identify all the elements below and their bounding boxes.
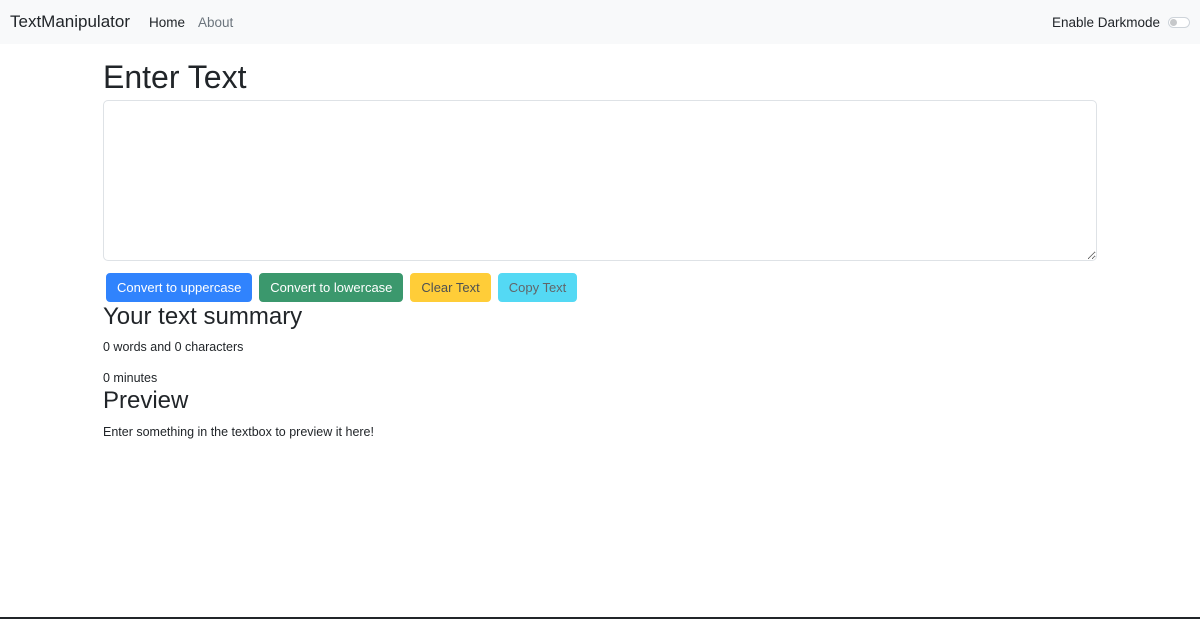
clear-text-button[interactable]: Clear Text [410,273,491,302]
switch-knob [1170,18,1177,26]
main-container: Enter Text Convert to uppercase Convert … [103,44,1097,440]
copy-text-button[interactable]: Copy Text [497,273,578,302]
nav-link-about[interactable]: About [198,15,233,30]
word-char-count: 0 words and 0 characters [103,340,244,354]
page-title: Enter Text [103,59,247,95]
nav-link-home[interactable]: Home [149,15,185,30]
brand-link[interactable]: TextManipulator [10,12,130,32]
darkmode-toggle: Enable Darkmode [1052,15,1190,30]
darkmode-label: Enable Darkmode [1051,14,1160,30]
page: TextManipulator Home About Enable Darkmo… [0,0,1200,619]
textarea-wrapper [103,100,1097,261]
uppercase-button[interactable]: Convert to uppercase [106,273,253,302]
preview-heading: Preview [103,387,189,414]
lowercase-button[interactable]: Convert to lowercase [259,273,404,302]
darkmode-switch[interactable] [1168,16,1190,28]
navbar: TextManipulator Home About Enable Darkmo… [0,0,1200,44]
summary-heading: Your text summary [103,303,303,330]
text-input[interactable] [103,100,1097,261]
button-row: Convert to uppercase Convert to lowercas… [103,273,1097,302]
preview-text: Enter something in the textbox to previe… [103,425,374,439]
read-time: 0 minutes [103,371,158,385]
